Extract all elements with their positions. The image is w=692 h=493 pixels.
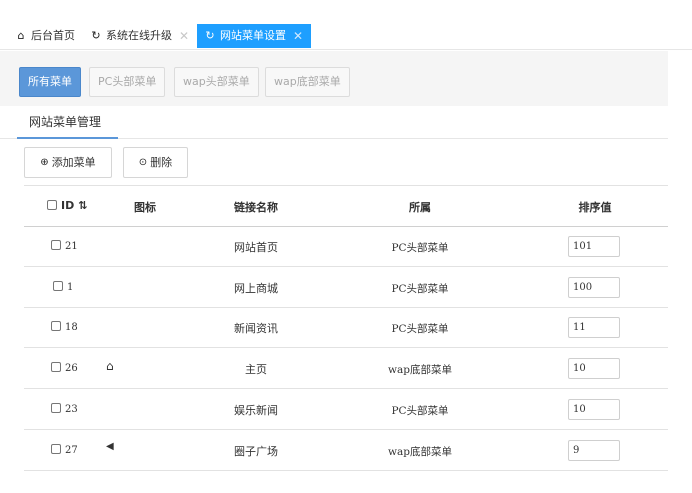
- tab-menu-settings[interactable]: ↻ 网站菜单设置 ✕: [197, 24, 312, 48]
- row-divider: [24, 266, 668, 267]
- table-row-checkbox-cell: 1: [53, 280, 73, 293]
- table-row-checkbox-cell: 27: [51, 443, 78, 456]
- remove-circle-icon: ⊙: [138, 157, 148, 168]
- megaphone-icon: ◀: [106, 441, 114, 452]
- row-divider: [24, 429, 668, 430]
- row-id: 21: [65, 241, 78, 252]
- row-checkbox[interactable]: [51, 321, 61, 331]
- header-divider: [24, 226, 668, 227]
- row-parent: PC头部菜单: [391, 323, 449, 335]
- filter-wap-header-button[interactable]: wap头部菜单: [174, 67, 259, 97]
- row-checkbox[interactable]: [53, 281, 63, 291]
- top-tab-bar: ⌂ 后台首页 ↻ 系统在线升级 ✕ ↻ 网站菜单设置 ✕: [0, 0, 692, 50]
- row-id: 23: [65, 404, 78, 415]
- sort-value-input[interactable]: 9: [568, 440, 620, 461]
- row-divider: [24, 388, 668, 389]
- row-parent: wap底部菜单: [388, 364, 452, 376]
- row-parent: PC头部菜单: [391, 405, 449, 417]
- row-link-name: 娱乐新闻: [234, 404, 278, 417]
- row-divider: [24, 470, 668, 471]
- row-id: 27: [65, 445, 78, 456]
- row-link-name: 主页: [245, 363, 267, 376]
- header-link-name: 链接名称: [234, 201, 278, 214]
- tab-system-upgrade[interactable]: ↻ 系统在线升级 ✕: [89, 24, 189, 48]
- row-id: 1: [67, 282, 74, 293]
- delete-label: 删除: [150, 156, 173, 169]
- tab-menu-management[interactable]: 网站菜单管理: [17, 106, 118, 139]
- header-id[interactable]: ID ⇅: [47, 199, 87, 212]
- header-id-label: ID: [61, 199, 75, 212]
- table-top-border: [24, 185, 668, 186]
- table-row-checkbox-cell: 26: [51, 361, 78, 374]
- tab-system-upgrade-label: 系统在线升级: [106, 29, 172, 42]
- row-parent: PC头部菜单: [391, 242, 449, 254]
- sort-value-input[interactable]: 100: [568, 277, 620, 298]
- refresh-icon: ↻: [91, 29, 101, 42]
- row-id: 26: [65, 363, 78, 374]
- filter-pc-header-button[interactable]: PC头部菜单: [89, 67, 166, 97]
- sort-value-input[interactable]: 101: [568, 236, 620, 257]
- table-row-checkbox-cell: 21: [51, 239, 78, 252]
- close-icon[interactable]: ✕: [179, 24, 189, 48]
- menu-filter-bar: 所有菜单 PC头部菜单 wap头部菜单 wap底部菜单: [0, 51, 668, 106]
- row-divider: [24, 347, 668, 348]
- row-link-name: 新闻资讯: [234, 322, 278, 335]
- row-parent: PC头部菜单: [391, 283, 449, 295]
- row-checkbox[interactable]: [51, 240, 61, 250]
- close-icon[interactable]: ✕: [293, 24, 303, 48]
- tab-home[interactable]: ⌂ 后台首页: [14, 24, 76, 48]
- tab-menu-settings-label: 网站菜单设置: [220, 29, 286, 42]
- row-divider: [24, 307, 668, 308]
- select-all-checkbox[interactable]: [47, 200, 57, 210]
- delete-button[interactable]: ⊙ 删除: [123, 147, 188, 178]
- sort-value-input[interactable]: 10: [568, 399, 620, 420]
- sort-value-input[interactable]: 10: [568, 358, 620, 379]
- home-outline-icon: ⌂: [106, 359, 114, 373]
- row-id: 18: [65, 322, 78, 333]
- filter-all-menus-button[interactable]: 所有菜单: [19, 67, 81, 97]
- row-checkbox[interactable]: [51, 403, 61, 413]
- add-menu-label: 添加菜单: [51, 156, 96, 169]
- row-link-name: 圈子广场: [234, 445, 278, 458]
- sort-icon[interactable]: ⇅: [78, 199, 87, 212]
- header-sort-value: 排序值: [578, 201, 612, 214]
- row-checkbox[interactable]: [51, 444, 61, 454]
- row-link-name: 网上商城: [234, 282, 278, 295]
- home-icon: ⌂: [17, 29, 25, 42]
- filter-wap-footer-button[interactable]: wap底部菜单: [265, 67, 350, 97]
- plus-circle-icon: ⊕: [40, 157, 49, 168]
- section-tab-bar: 网站菜单管理: [0, 106, 668, 139]
- header-icon: 图标: [134, 201, 156, 214]
- tab-home-label: 后台首页: [31, 29, 75, 42]
- row-checkbox[interactable]: [51, 362, 61, 372]
- refresh-icon: ↻: [205, 29, 215, 42]
- header-parent: 所属: [409, 201, 431, 214]
- table-row-checkbox-cell: 23: [51, 402, 78, 415]
- add-menu-button[interactable]: ⊕ 添加菜单: [24, 147, 112, 178]
- row-parent: wap底部菜单: [388, 446, 452, 458]
- sort-value-input[interactable]: 11: [568, 317, 620, 338]
- table-row-checkbox-cell: 18: [51, 320, 78, 333]
- row-link-name: 网站首页: [234, 241, 278, 254]
